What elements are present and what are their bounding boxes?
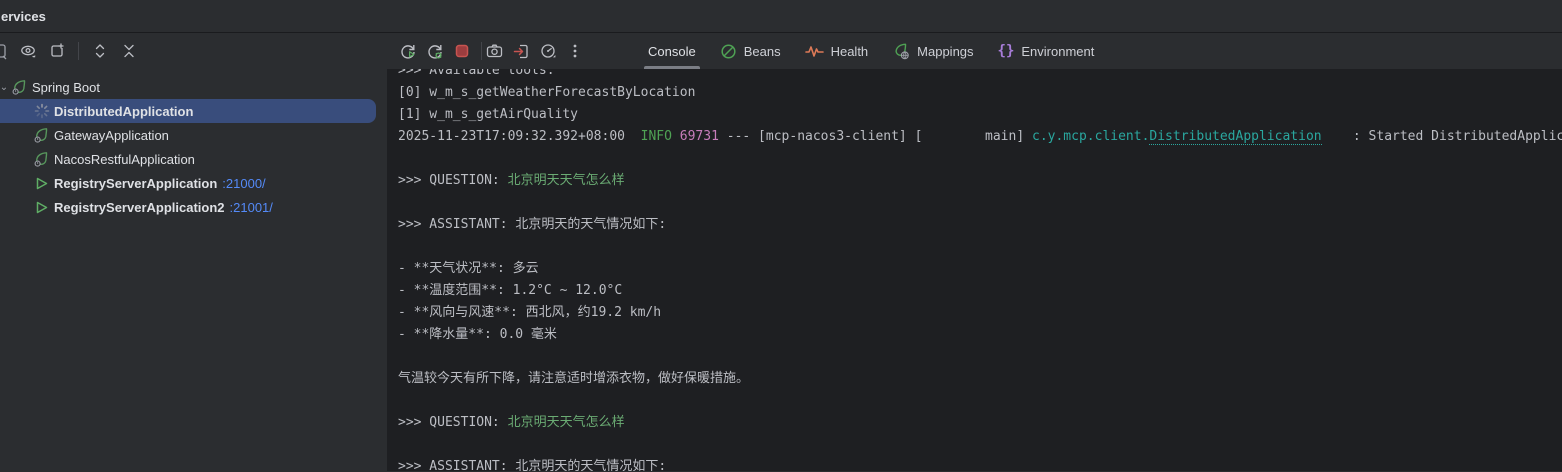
console-line: - **降水量**: 0.0 毫米 — [398, 324, 1562, 346]
service-port-link[interactable]: :21000/ — [222, 176, 265, 191]
console-line: - **风向与风速**: 西北风，约19.2 km/h — [398, 302, 1562, 324]
tab-label: Mappings — [917, 44, 973, 59]
services-tree: ⌄ Spring Boot DistributedApplication Gatewa… — [0, 69, 387, 219]
console-line: - **温度范围**: 1.2°C ~ 12.0°C — [398, 280, 1562, 302]
toolwindow-title: ervices — [0, 9, 46, 24]
console-text: >>> QUESTION: — [398, 173, 508, 188]
console-text: : Started DistributedApplication — [1322, 129, 1562, 144]
braces-icon: {} — [998, 43, 1015, 59]
console-tabs: Console Beans Health Mappings {} Environment — [636, 33, 1106, 69]
console-text: 69731 — [680, 129, 719, 144]
spring-leaf-icon — [33, 151, 50, 168]
tree-item-label: DistributedApplication — [54, 104, 193, 119]
pulse-icon — [805, 43, 824, 60]
spring-leaf-icon — [33, 127, 50, 144]
console-line: >>> QUESTION: 北京明天天气怎么样 — [398, 170, 1562, 192]
tree-item-label: RegistryServerApplication — [54, 176, 217, 191]
tab-console[interactable]: Console — [636, 33, 708, 69]
tree-node-spring-boot[interactable]: ⌄ Spring Boot — [0, 75, 387, 99]
add-service-icon[interactable] — [47, 41, 67, 61]
toolbar-divider — [481, 42, 482, 60]
console-text: c.y.mcp.client. — [1032, 129, 1149, 144]
console-text: - **降水量**: 0.0 毫米 — [398, 327, 557, 342]
tree-node-registryserverapplication2[interactable]: RegistryServerApplication2 :21001/ — [0, 195, 387, 219]
console-text: 2025-11-23T17:09:32.392+08:00 — [398, 129, 633, 144]
run-console-panel: ConsoleBeansHealthMappings{}Environment … — [387, 33, 1562, 471]
console-text: INFO — [633, 129, 672, 144]
thread-dump-camera-icon[interactable] — [484, 41, 504, 61]
tree-node-nacosrestfulapplication[interactable]: NacosRestfulApplication — [0, 147, 387, 171]
console-text: 北京明天天气怎么样 — [508, 415, 625, 430]
services-sidebar: ⌄ Spring Boot DistributedApplication Gatewa… — [0, 33, 387, 471]
console-text: --- [mcp-nacos3-client] [ main] — [719, 129, 1032, 144]
tab-beans[interactable]: Beans — [708, 33, 793, 69]
leaf-globe-icon — [892, 43, 910, 60]
console-text: - **风向与风速**: 西北风，约19.2 km/h — [398, 305, 661, 320]
tree-node-distributedapplication[interactable]: DistributedApplication — [0, 99, 387, 123]
console-output[interactable]: >>> Available tools:[0] w_m_s_getWeather… — [387, 60, 1562, 471]
tree-node-registryserverapplication[interactable]: RegistryServerApplication :21000/ — [0, 171, 387, 195]
console-line: 气温较今天有所下降，请注意适时增添衣物，做好保暖措施。 — [398, 368, 1562, 390]
console-text: 北京明天天气怎么样 — [508, 173, 625, 188]
tab-health[interactable]: Health — [793, 33, 881, 69]
spring-boot-icon — [11, 79, 28, 96]
toolbar-divider — [78, 42, 79, 60]
console-text: [0] w_m_s_getWeatherForecastByLocation — [398, 85, 695, 100]
console-text: 气温较今天有所下降，请注意适时增添衣物，做好保暖措施。 — [398, 371, 749, 386]
tree-item-label: GatewayApplication — [54, 128, 169, 143]
stop-icon[interactable] — [452, 41, 472, 61]
console-text: >>> ASSISTANT: 北京明天的天气情况如下: — [398, 217, 666, 232]
console-text: >>> QUESTION: — [398, 415, 508, 430]
play-icon — [33, 175, 50, 192]
console-line — [398, 346, 1562, 368]
show-options-eye-icon[interactable] — [18, 41, 38, 61]
service-port-link[interactable]: :21001/ — [230, 200, 273, 215]
console-line: [1] w_m_s_getAirQuality — [398, 104, 1562, 126]
console-line — [398, 148, 1562, 170]
console-text: - **天气状况**: 多云 — [398, 261, 539, 276]
tree-item-label: NacosRestfulApplication — [54, 152, 195, 167]
console-text: - **温度范围**: 1.2°C ~ 12.0°C — [398, 283, 622, 298]
chevron-down-icon[interactable]: ⌄ — [0, 82, 11, 93]
console-text: [1] w_m_s_getAirQuality — [398, 107, 578, 122]
rerun-icon[interactable] — [398, 41, 418, 61]
sidebar-toolbar — [0, 33, 387, 69]
tree-item-label: RegistryServerApplication2 — [54, 200, 225, 215]
bean-icon — [720, 43, 737, 60]
tab-environment[interactable]: {} Environment — [986, 33, 1107, 69]
tree-node-gatewayapplication[interactable]: GatewayApplication — [0, 123, 387, 147]
console-line — [398, 192, 1562, 214]
tab-mappings[interactable]: Mappings — [880, 33, 985, 69]
console-line: >>> QUESTION: 北京明天天气怎么样 — [398, 412, 1562, 434]
actuator-gauge-icon[interactable] — [538, 41, 558, 61]
console-line: >>> ASSISTANT: 北京明天的天气情况如下: — [398, 456, 1562, 471]
rerun-debug-icon[interactable] — [425, 41, 445, 61]
play-icon — [33, 199, 50, 216]
tab-label: Health — [831, 44, 869, 59]
console-line: - **天气状况**: 多云 — [398, 258, 1562, 280]
tab-label: Beans — [744, 44, 781, 59]
console-line — [398, 236, 1562, 258]
console-toolbar: Console Beans Health Mappings {} Environment — [387, 33, 1562, 69]
expand-all-icon[interactable] — [90, 41, 110, 61]
spinner-icon — [33, 103, 50, 120]
view-mode-icon[interactable] — [0, 41, 9, 61]
services-toolwindow-header: ervices — [0, 0, 1562, 33]
tree-item-label: Spring Boot — [32, 80, 100, 95]
console-text: >>> ASSISTANT: 北京明天的天气情况如下: — [398, 459, 666, 471]
collapse-all-icon[interactable] — [119, 41, 139, 61]
more-options-kebab-icon[interactable] — [565, 41, 585, 61]
console-class-link[interactable]: DistributedApplication — [1149, 129, 1321, 145]
console-line — [398, 390, 1562, 412]
console-text — [672, 129, 680, 144]
tab-label: Environment — [1021, 44, 1094, 59]
console-line: 2025-11-23T17:09:32.392+08:00 INFO 69731… — [398, 126, 1562, 148]
exit-icon[interactable] — [511, 41, 531, 61]
console-line: >>> ASSISTANT: 北京明天的天气情况如下: — [398, 214, 1562, 236]
active-tab-underline — [644, 66, 700, 69]
tab-label: Console — [648, 44, 696, 59]
console-line — [398, 434, 1562, 456]
console-line: [0] w_m_s_getWeatherForecastByLocation — [398, 82, 1562, 104]
